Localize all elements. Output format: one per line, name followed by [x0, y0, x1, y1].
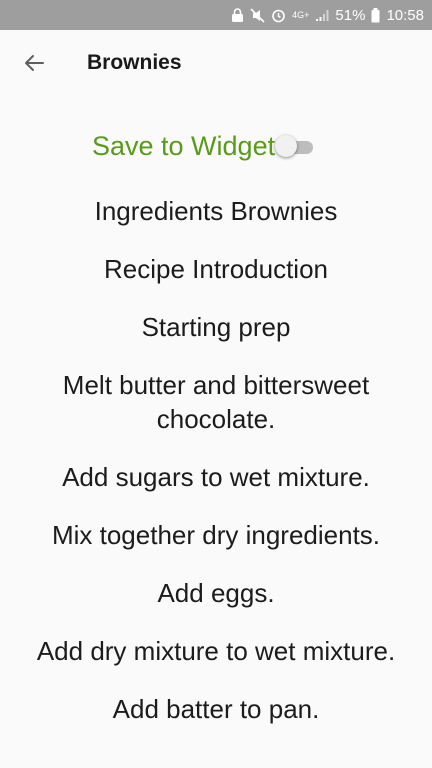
list-item[interactable]: Add sugars to wet mixture. — [0, 460, 432, 494]
list-item[interactable]: Add batter to pan. — [0, 692, 432, 726]
page-title: Brownies — [87, 51, 182, 74]
list-item[interactable]: Melt butter and bittersweet chocolate. — [0, 368, 432, 436]
alarm-icon — [271, 8, 286, 23]
battery-percent: 51% — [335, 6, 366, 24]
lock-icon — [231, 7, 244, 23]
arrow-back-icon — [25, 55, 44, 71]
list-item[interactable]: Recipe Introduction — [0, 252, 432, 286]
list-item[interactable]: Add eggs. — [0, 576, 432, 610]
switch-thumb — [275, 135, 298, 157]
app-bar: Brownies — [0, 30, 432, 96]
list-item[interactable]: Mix together dry ingredients. — [0, 518, 432, 552]
back-button[interactable] — [14, 43, 54, 83]
save-to-widget-label: Save to Widget — [92, 130, 276, 161]
clock: 10:58 — [386, 6, 424, 24]
list-item[interactable]: Ingredients Brownies — [0, 194, 432, 228]
list-item[interactable]: Starting prep — [0, 310, 432, 344]
save-to-widget-switch[interactable] — [275, 135, 315, 157]
network-type: 4G+ — [292, 9, 310, 20]
list-item[interactable]: Add dry mixture to wet mixture. — [0, 634, 432, 668]
status-bar: 4G+ 51% 10:58 — [0, 0, 432, 30]
mute-icon — [250, 7, 265, 23]
battery-icon — [371, 7, 380, 23]
signal-icon — [315, 8, 329, 22]
save-to-widget-row: Save to Widget — [92, 126, 315, 166]
recipe-steps-list: Ingredients Brownies Recipe Introduction… — [0, 194, 432, 750]
